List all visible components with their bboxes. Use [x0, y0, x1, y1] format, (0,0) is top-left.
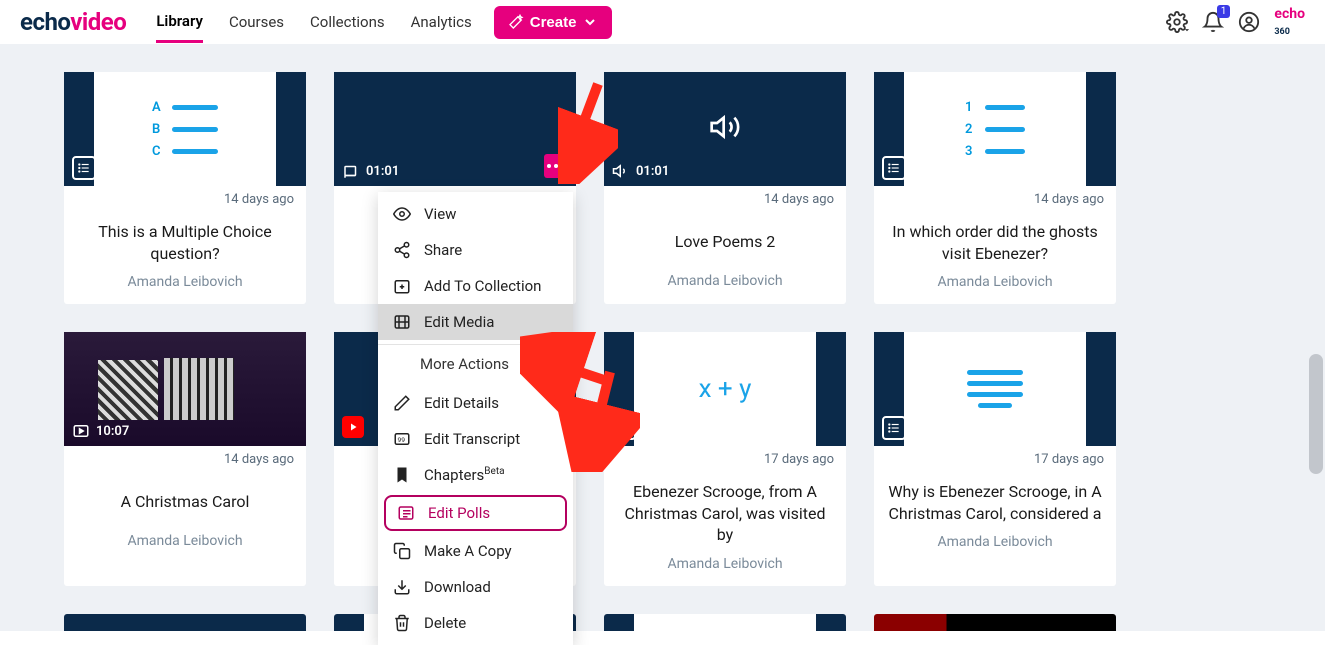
card-partial[interactable] [64, 614, 306, 631]
notification-badge: 1 [1217, 5, 1231, 18]
scrollbar[interactable] [1309, 354, 1323, 474]
formula-text: x + y [699, 374, 752, 404]
media-card[interactable]: 01:01 14 days ago Love Poems 2 Amanda Le… [604, 72, 846, 304]
nav-library[interactable]: Library [156, 2, 203, 43]
media-icon [342, 162, 360, 180]
choice-row: A [152, 100, 218, 115]
menu-delete[interactable]: Delete [378, 605, 573, 641]
annotation-arrow [520, 332, 640, 472]
video-icon [72, 422, 90, 440]
media-card[interactable]: 10:07 14 days ago A Christmas Carol Aman… [64, 332, 306, 586]
collection-add-icon [392, 276, 412, 296]
bookmark-icon [392, 465, 412, 485]
card-author: Amanda Leibovich [76, 274, 294, 290]
card-thumbnail: 1 2 3 [874, 72, 1116, 186]
settings-icon[interactable] [1166, 11, 1188, 33]
media-card[interactable]: 17 days ago Why is Ebenezer Scrooge, in … [874, 332, 1116, 586]
menu-make-a-copy[interactable]: Make A Copy [378, 533, 573, 569]
card-author: Amanda Leibovich [616, 556, 834, 572]
card-author: Amanda Leibovich [76, 533, 294, 549]
account-icon[interactable] [1238, 11, 1260, 33]
menu-edit-polls[interactable]: Edit Polls [384, 495, 567, 531]
share-icon [392, 240, 412, 260]
eye-icon [392, 204, 412, 224]
card-title: Why is Ebenezer Scrooge, in A Christmas … [886, 481, 1104, 524]
card-title: A Christmas Carol [76, 481, 294, 523]
list-icon [882, 156, 906, 180]
paragraph-icon [967, 370, 1023, 408]
transcript-icon: 99 [392, 429, 412, 449]
header-right: 1 echo360 [1166, 6, 1305, 38]
card-thumbnail: x + y [604, 332, 846, 446]
duration-badge: 01:01 [612, 162, 669, 180]
card-date: 17 days ago [604, 446, 846, 467]
card-thumbnail: 10:07 [64, 332, 306, 446]
chevron-down-icon [582, 14, 598, 30]
card-date: 14 days ago [64, 186, 306, 207]
youtube-icon [342, 416, 364, 438]
card-thumbnail: 01:01 [334, 72, 576, 186]
menu-download[interactable]: Download [378, 569, 573, 605]
card-title: Ebenezer Scrooge, from A Christmas Carol… [616, 481, 834, 546]
card-thumbnail [874, 332, 1116, 446]
main-nav: Library Courses Collections Analytics [156, 2, 471, 43]
duration-badge: 10:07 [72, 422, 129, 440]
notifications-icon[interactable]: 1 [1202, 11, 1224, 33]
logo[interactable]: echovideo [20, 8, 126, 36]
magic-wand-icon [508, 14, 524, 30]
app-header: echovideo Library Courses Collections An… [0, 0, 1325, 44]
trash-icon [392, 613, 412, 633]
card-date: 17 days ago [874, 446, 1116, 467]
brand-small[interactable]: echo360 [1274, 6, 1305, 38]
pencil-icon [392, 393, 412, 413]
list-icon [882, 416, 906, 440]
card-date: 14 days ago [604, 186, 846, 207]
polls-icon [396, 503, 416, 523]
card-author: Amanda Leibovich [886, 274, 1104, 290]
nav-collections[interactable]: Collections [310, 3, 385, 41]
logo-echo: echo [20, 8, 70, 36]
menu-add-to-collection[interactable]: Add To Collection [378, 268, 573, 304]
film-icon [392, 312, 412, 332]
nav-courses[interactable]: Courses [229, 3, 284, 41]
svg-text:99: 99 [398, 436, 406, 444]
card-date: 14 days ago [64, 446, 306, 467]
media-card[interactable]: 1 2 3 14 days ago In which order did the… [874, 72, 1116, 304]
duration-badge: 01:01 [342, 162, 399, 180]
nav-analytics[interactable]: Analytics [411, 3, 472, 41]
annotation-arrow [558, 74, 618, 184]
card-partial[interactable] [874, 614, 1116, 631]
card-thumbnail: A B C [64, 72, 306, 186]
logo-video: video [70, 8, 126, 36]
speaker-icon [709, 111, 741, 147]
card-partial[interactable] [604, 614, 846, 631]
download-icon [392, 577, 412, 597]
copy-icon [392, 541, 412, 561]
media-card[interactable]: A B C 14 days ago This is a Multiple Cho… [64, 72, 306, 304]
content-area: A B C 14 days ago This is a Multiple Cho… [0, 44, 1325, 631]
card-author: Amanda Leibovich [616, 273, 834, 289]
card-title: In which order did the ghosts visit Eben… [886, 221, 1104, 264]
card-date: 14 days ago [874, 186, 1116, 207]
list-icon [72, 156, 96, 180]
card-title: This is a Multiple Choice question? [76, 221, 294, 264]
menu-view[interactable]: View [378, 196, 573, 232]
card-thumbnail: 01:01 [604, 72, 846, 186]
create-button[interactable]: Create [494, 6, 613, 39]
media-card[interactable]: x + y 17 days ago Ebenezer Scrooge, from… [604, 332, 846, 586]
create-label: Create [530, 14, 577, 31]
menu-share[interactable]: Share [378, 232, 573, 268]
card-author: Amanda Leibovich [886, 534, 1104, 550]
card-title: Love Poems 2 [616, 221, 834, 263]
